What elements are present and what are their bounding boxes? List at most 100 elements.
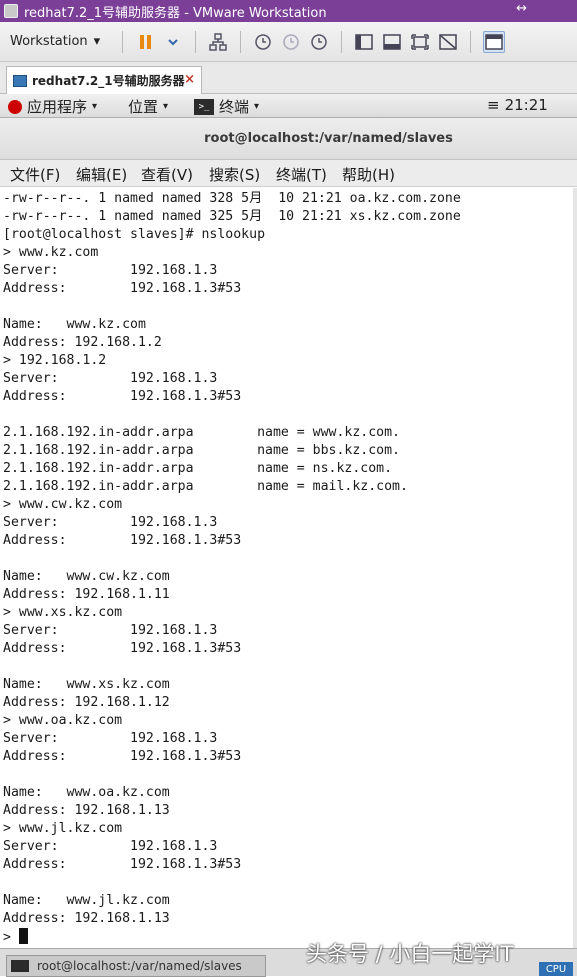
clock[interactable]: ≡ 21:21 bbox=[487, 96, 548, 114]
terminal-line: Server: 192.168.1.3 bbox=[3, 623, 218, 638]
terminal-line: Server: 192.168.1.3 bbox=[3, 515, 218, 530]
resize-icon[interactable]: ↔ bbox=[516, 1, 527, 16]
terminal-line: Address: 192.168.1.13 bbox=[3, 803, 170, 818]
terminal-line: Name: www.cw.kz.com bbox=[3, 569, 170, 584]
vm-tab-strip: redhat7.2_1号辅助服务器 × bbox=[0, 62, 577, 94]
terminal-line: > 192.168.1.2 bbox=[3, 353, 107, 368]
terminal-line: 2.1.168.192.in-addr.arpa name = ns.kz.co… bbox=[3, 461, 393, 476]
terminal-line: Server: 192.168.1.3 bbox=[3, 839, 218, 854]
terminal-output[interactable]: -rw-r--r--. 1 named named 328 5月 10 21:2… bbox=[0, 188, 577, 948]
fullscreen-button[interactable] bbox=[410, 32, 430, 52]
terminal-line: -rw-r--r--. 1 named named 325 5月 10 21:2… bbox=[3, 209, 461, 224]
toolbar-divider bbox=[240, 30, 242, 53]
terminal-line: Address: 192.168.1.3#53 bbox=[3, 857, 242, 872]
menu-file[interactable]: 文件(F) bbox=[10, 164, 60, 185]
taskbar-item-terminal[interactable]: root@localhost:/var/named/slaves bbox=[6, 955, 266, 977]
vmware-toolbar: Workstation ▾ bbox=[0, 22, 577, 62]
menu-terminal[interactable]: 终端(T) bbox=[276, 164, 327, 185]
terminal-line: Address: 192.168.1.11 bbox=[3, 587, 170, 602]
terminal-line: Name: www.oa.kz.com bbox=[3, 785, 170, 800]
scrollbar[interactable] bbox=[573, 188, 577, 948]
terminal-title: root@localhost:/var/named/slaves bbox=[204, 131, 453, 146]
chevron-down-icon: ▾ bbox=[254, 101, 260, 112]
terminal-app-label: 终端 bbox=[219, 98, 250, 116]
applications-label: 应用程序 bbox=[27, 98, 88, 116]
terminal-app-menu[interactable]: >_ 终端 ▾ bbox=[194, 96, 259, 117]
snapshot-manager-button[interactable] bbox=[309, 32, 329, 52]
terminal-line: Address: 192.168.1.3#53 bbox=[3, 281, 242, 296]
pause-icon bbox=[139, 34, 151, 49]
clock-icon bbox=[283, 33, 299, 50]
toolbar-divider bbox=[122, 30, 124, 53]
toolbar-divider bbox=[341, 30, 343, 53]
redhat-icon bbox=[8, 99, 22, 114]
watermark: 头条号 / 小白一起学IT bbox=[306, 942, 514, 966]
terminal-line: Server: 192.168.1.3 bbox=[3, 371, 218, 386]
menu-view[interactable]: 查看(V) bbox=[141, 164, 193, 185]
terminal-line: -rw-r--r--. 1 named named 328 5月 10 21:2… bbox=[3, 191, 461, 206]
window-title: redhat7.2_1号辅助服务器 - VMware Workstation bbox=[24, 5, 327, 21]
chevron-down-icon: ▾ bbox=[93, 34, 101, 49]
thumbnail-bar-button[interactable] bbox=[382, 32, 402, 52]
clock-icon bbox=[255, 33, 271, 50]
applications-menu[interactable]: 应用程序 ▾ bbox=[8, 96, 97, 117]
menu-edit[interactable]: 编辑(E) bbox=[76, 164, 127, 185]
terminal-line: > www.cw.kz.com bbox=[3, 497, 123, 512]
workstation-menu-label: Workstation bbox=[10, 34, 88, 49]
text-cursor bbox=[18, 928, 28, 944]
gnome-top-bar: 应用程序 ▾ 位置 ▾ >_ 终端 ▾ ≡ 21:21 bbox=[0, 94, 577, 118]
terminal-line: Address: 192.168.1.12 bbox=[3, 695, 170, 710]
no-frame-icon bbox=[439, 33, 457, 50]
clock-label: 21:21 bbox=[504, 96, 548, 114]
terminal-line: Name: www.jl.kz.com bbox=[3, 893, 170, 908]
menu-search[interactable]: 搜索(S) bbox=[209, 164, 260, 185]
chevron-down-icon: ▾ bbox=[163, 101, 169, 112]
terminal-line: 2.1.168.192.in-addr.arpa name = mail.kz.… bbox=[3, 479, 408, 494]
terminal-line: Address: 192.168.1.13 bbox=[3, 911, 170, 926]
terminal-line: [root@localhost slaves]# nslookup bbox=[3, 227, 266, 242]
vmware-title-bar: redhat7.2_1号辅助服务器 - VMware Workstation ↔ bbox=[0, 0, 577, 22]
terminal-line: 2.1.168.192.in-addr.arpa name = www.kz.c… bbox=[3, 425, 400, 440]
terminal-title-bar: root@localhost:/var/named/slaves bbox=[0, 118, 577, 160]
unity-button[interactable] bbox=[438, 32, 458, 52]
chevron-down-icon: ▾ bbox=[92, 101, 98, 112]
console-view-icon bbox=[383, 33, 401, 50]
terminal-line: Address: 192.168.1.3#53 bbox=[3, 749, 242, 764]
console-window-icon bbox=[485, 33, 503, 50]
power-menu-button[interactable] bbox=[163, 32, 183, 52]
prompt: > bbox=[3, 930, 19, 945]
chevron-down-icon bbox=[168, 38, 178, 45]
menu-help[interactable]: 帮助(H) bbox=[342, 164, 395, 185]
cpu-badge: CPU bbox=[539, 962, 573, 976]
workstation-menu-button[interactable]: Workstation ▾ bbox=[10, 34, 100, 49]
terminal-line: 2.1.168.192.in-addr.arpa name = bbs.kz.c… bbox=[3, 443, 400, 458]
send-ctrl-alt-del-button[interactable] bbox=[208, 32, 228, 52]
revert-snapshot-button[interactable] bbox=[281, 32, 301, 52]
pause-button[interactable] bbox=[135, 32, 155, 52]
terminal-line: Address: 192.168.1.3#53 bbox=[3, 389, 242, 404]
sidebar-toggle-button[interactable] bbox=[354, 32, 374, 52]
taskbar-item-label: root@localhost:/var/named/slaves bbox=[37, 959, 242, 973]
terminal-line: Address: 192.168.1.3#53 bbox=[3, 641, 242, 656]
places-label: 位置 bbox=[128, 98, 159, 116]
vmware-logo-icon bbox=[4, 4, 18, 18]
terminal-prompt-line[interactable]: > bbox=[3, 928, 28, 946]
terminal-line: Address: 192.168.1.3#53 bbox=[3, 533, 242, 548]
terminal-icon: >_ bbox=[194, 98, 214, 115]
terminal-line: > www.jl.kz.com bbox=[3, 821, 123, 836]
vm-icon bbox=[13, 74, 27, 87]
fullscreen-icon bbox=[411, 33, 429, 50]
terminal-line: Server: 192.168.1.3 bbox=[3, 263, 218, 278]
terminal-line: > www.kz.com bbox=[3, 245, 99, 260]
network-icon bbox=[209, 32, 227, 51]
places-menu[interactable]: 位置 ▾ bbox=[128, 96, 168, 117]
terminal-line: Server: 192.168.1.3 bbox=[3, 731, 218, 746]
toolbar-divider bbox=[470, 30, 472, 53]
sidebar-icon bbox=[355, 33, 373, 50]
terminal-menu-bar: 文件(F) 编辑(E) 查看(V) 搜索(S) 终端(T) 帮助(H) bbox=[0, 160, 577, 187]
snapshot-button[interactable] bbox=[253, 32, 273, 52]
close-icon[interactable]: × bbox=[184, 72, 195, 87]
view-console-button[interactable] bbox=[483, 30, 506, 53]
terminal-line: > www.xs.kz.com bbox=[3, 605, 123, 620]
tab-vm[interactable]: redhat7.2_1号辅助服务器 × bbox=[6, 66, 202, 94]
